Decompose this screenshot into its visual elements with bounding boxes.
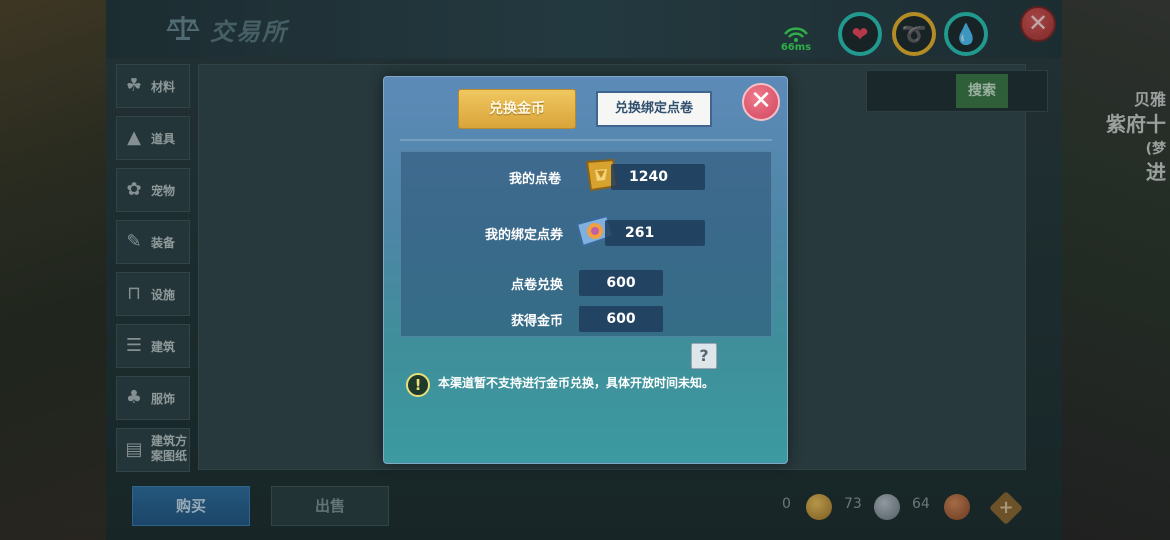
exchange-points-label: 点卷兑换 bbox=[510, 278, 563, 293]
exchange-points-input[interactable]: 600 bbox=[579, 270, 663, 296]
divider bbox=[400, 139, 772, 141]
exchange-gold-dialog: 兑换金币 兑换绑定点卷 ✕ 我的点卷 1240 我的绑定点券 261 点卷兑换 … bbox=[383, 76, 788, 464]
my-points-label: 我的点卷 bbox=[508, 172, 561, 187]
gain-gold-value: 600 bbox=[579, 306, 663, 332]
my-bound-points-value: 261 bbox=[605, 220, 705, 246]
my-bound-points-label: 我的绑定点券 bbox=[484, 228, 563, 243]
warning-icon: ! bbox=[406, 373, 430, 397]
dialog-close-button[interactable]: ✕ bbox=[742, 83, 780, 121]
tab-exchange-gold[interactable]: 兑换金币 bbox=[458, 89, 576, 129]
balance-panel: 我的点卷 1240 我的绑定点券 261 点卷兑换 600 ? 获得金币 600 bbox=[400, 151, 772, 369]
close-icon: ✕ bbox=[750, 86, 772, 116]
gain-gold-label: 获得金币 bbox=[510, 314, 563, 329]
unsupported-notice: 本渠道暂不支持进行金币兑换，具体开放时间未知。 bbox=[438, 376, 715, 390]
tab-exchange-bound-points[interactable]: 兑换绑定点卷 bbox=[596, 91, 712, 127]
my-points-value: 1240 bbox=[611, 164, 705, 190]
question-icon: ? bbox=[699, 346, 709, 365]
help-button[interactable]: ? bbox=[691, 343, 717, 369]
